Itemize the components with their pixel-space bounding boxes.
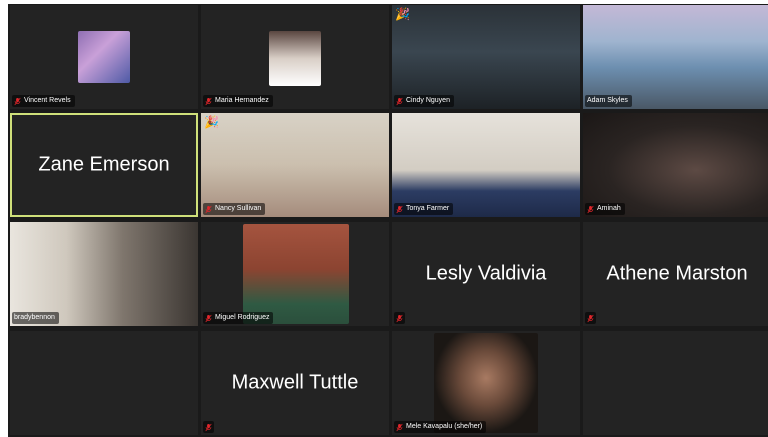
muted-mic-icon bbox=[396, 205, 403, 213]
reaction-icon: 🎉 bbox=[395, 7, 410, 21]
participant-name: Vincent Revels bbox=[24, 97, 71, 104]
avatar bbox=[269, 31, 321, 86]
participant-tile-maria-hernandez[interactable]: Maria Hernandez bbox=[201, 5, 389, 109]
muted-mic-icon bbox=[396, 97, 403, 105]
participant-tile-lesly-valdivia[interactable]: Lesly Valdivia bbox=[392, 222, 580, 326]
muted-mic-icon bbox=[205, 314, 212, 322]
muted-mic-icon bbox=[14, 97, 21, 105]
muted-mic-icon bbox=[205, 423, 212, 431]
participant-name-label: Aminah bbox=[585, 203, 625, 215]
participant-display-name: Lesly Valdivia bbox=[425, 262, 547, 285]
video-feed bbox=[392, 113, 580, 217]
participant-tile-adam-skyles[interactable]: Adam Skyles bbox=[583, 5, 768, 109]
participant-name-label: Maria Hernandez bbox=[203, 95, 273, 107]
participant-name: Miguel Rodriguez bbox=[215, 314, 270, 321]
avatar bbox=[243, 224, 349, 324]
participant-tile-mele-kavapalu[interactable]: Mele Kavapalu (she/her) bbox=[392, 331, 580, 435]
participant-tile-maxwell-tuttle[interactable]: Maxwell Tuttle bbox=[201, 331, 389, 435]
participant-name-label: Nancy Sullivan bbox=[203, 203, 266, 215]
muted-mic-icon bbox=[587, 205, 594, 213]
participant-tile-zane-emerson[interactable]: Zane Emerson bbox=[10, 113, 198, 217]
muted-mic-icon bbox=[396, 314, 403, 322]
participant-name-label: Adam Skyles bbox=[585, 95, 632, 107]
video-feed bbox=[10, 222, 198, 326]
participant-tile-empty bbox=[583, 331, 768, 435]
participant-display-name: Zane Emerson bbox=[38, 153, 170, 176]
muted-mic-icon bbox=[587, 314, 594, 322]
reaction-icon: 🎉 bbox=[204, 115, 219, 129]
participant-tile-cindy-nguyen[interactable]: 🎉 Cindy Nguyen bbox=[392, 5, 580, 109]
participant-name-label: bradybennon bbox=[12, 312, 59, 324]
participant-display-name: Maxwell Tuttle bbox=[231, 371, 359, 394]
participant-display-name: Athene Marston bbox=[606, 262, 748, 285]
video-feed bbox=[583, 113, 768, 217]
participant-name-label bbox=[585, 312, 596, 324]
participant-tile-empty bbox=[10, 331, 198, 435]
participant-name-label: Cindy Nguyen bbox=[394, 95, 454, 107]
participant-tile-aminah[interactable]: Aminah bbox=[583, 113, 768, 217]
participant-name: Cindy Nguyen bbox=[406, 97, 450, 104]
avatar bbox=[434, 333, 538, 433]
participant-tile-miguel-rodriguez[interactable]: Miguel Rodriguez bbox=[201, 222, 389, 326]
muted-mic-icon bbox=[205, 97, 212, 105]
participant-tile-athene-marston[interactable]: Athene Marston bbox=[583, 222, 768, 326]
participant-name: Adam Skyles bbox=[587, 97, 628, 104]
video-feed bbox=[583, 5, 768, 109]
participant-name: Maria Hernandez bbox=[215, 97, 269, 104]
participant-name-label bbox=[203, 421, 214, 433]
participant-name: bradybennon bbox=[14, 314, 55, 321]
participant-name-label: Miguel Rodriguez bbox=[203, 312, 274, 324]
participant-name-label: Vincent Revels bbox=[12, 95, 75, 107]
participant-tile-vincent-revels[interactable]: Vincent Revels bbox=[10, 5, 198, 109]
participant-name-label bbox=[394, 312, 405, 324]
participant-tile-tonya-farmer[interactable]: Tonya Farmer bbox=[392, 113, 580, 217]
video-feed bbox=[201, 113, 389, 217]
participant-name-label: Mele Kavapalu (she/her) bbox=[394, 421, 487, 433]
participant-name: Nancy Sullivan bbox=[215, 205, 262, 212]
participant-name: Aminah bbox=[597, 205, 621, 212]
participant-name: Mele Kavapalu (she/her) bbox=[406, 423, 483, 430]
participant-tile-bradybennon[interactable]: bradybennon bbox=[10, 222, 198, 326]
gallery-view: Vincent Revels Maria Hernandez 🎉 Cindy N… bbox=[8, 4, 768, 437]
avatar bbox=[78, 31, 130, 83]
participant-name-label: Tonya Farmer bbox=[394, 203, 454, 215]
participant-name: Tonya Farmer bbox=[406, 205, 450, 212]
muted-mic-icon bbox=[205, 205, 212, 213]
video-feed bbox=[392, 5, 580, 109]
participant-tile-nancy-sullivan[interactable]: 🎉 Nancy Sullivan bbox=[201, 113, 389, 217]
muted-mic-icon bbox=[396, 423, 403, 431]
